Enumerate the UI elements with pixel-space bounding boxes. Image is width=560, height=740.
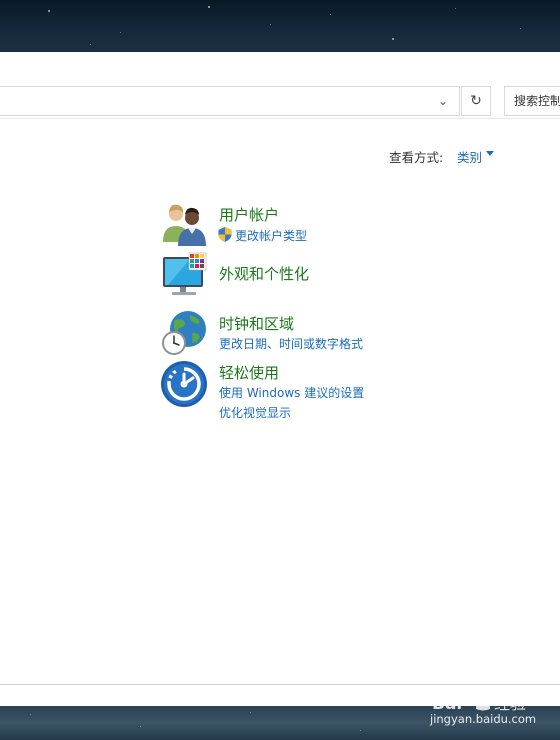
desktop-wallpaper-top — [0, 0, 560, 52]
search-input[interactable]: 搜索控制 — [504, 86, 560, 116]
category-title[interactable]: 外观和个性化 — [219, 263, 309, 284]
toolbar-divider — [0, 118, 560, 119]
appearance-icon[interactable] — [160, 251, 208, 299]
address-bar-row: ⌄ ↻ 搜索控制 — [0, 86, 560, 120]
recommended-settings-link[interactable]: 使用 Windows 建议的设置 — [219, 384, 364, 401]
category-title[interactable]: 时钟和区域 — [219, 313, 294, 334]
address-bar[interactable] — [0, 86, 460, 116]
refresh-button[interactable]: ↻ — [461, 86, 491, 116]
svg-text:Bai: Bai — [432, 694, 462, 714]
svg-text:经验: 经验 — [494, 694, 526, 713]
change-account-type-link[interactable]: 更改帐户类型 — [235, 227, 307, 244]
clock-globe-icon[interactable] — [160, 309, 208, 357]
view-by-label: 查看方式: — [389, 150, 444, 165]
optimize-display-link[interactable]: 优化视觉显示 — [219, 404, 291, 421]
users-icon[interactable] — [160, 200, 208, 248]
ease-of-access-icon[interactable] — [160, 360, 208, 408]
watermark-url: jingyan.baidu.com — [430, 712, 537, 726]
control-panel-window: ⌄ ↻ 搜索控制 查看方式: 类别 用户帐户 更改帐户类型 外观和个性化 时钟和… — [0, 52, 560, 706]
chevron-down-icon[interactable]: ⌄ — [436, 94, 450, 108]
uac-shield-icon — [218, 227, 232, 242]
view-by-dropdown[interactable]: 类别 — [457, 147, 482, 166]
view-by-arrow-icon[interactable] — [486, 151, 494, 156]
category-title[interactable]: 轻松使用 — [219, 362, 279, 383]
change-date-time-link[interactable]: 更改日期、时间或数字格式 — [219, 335, 363, 352]
category-title[interactable]: 用户帐户 — [219, 204, 279, 225]
